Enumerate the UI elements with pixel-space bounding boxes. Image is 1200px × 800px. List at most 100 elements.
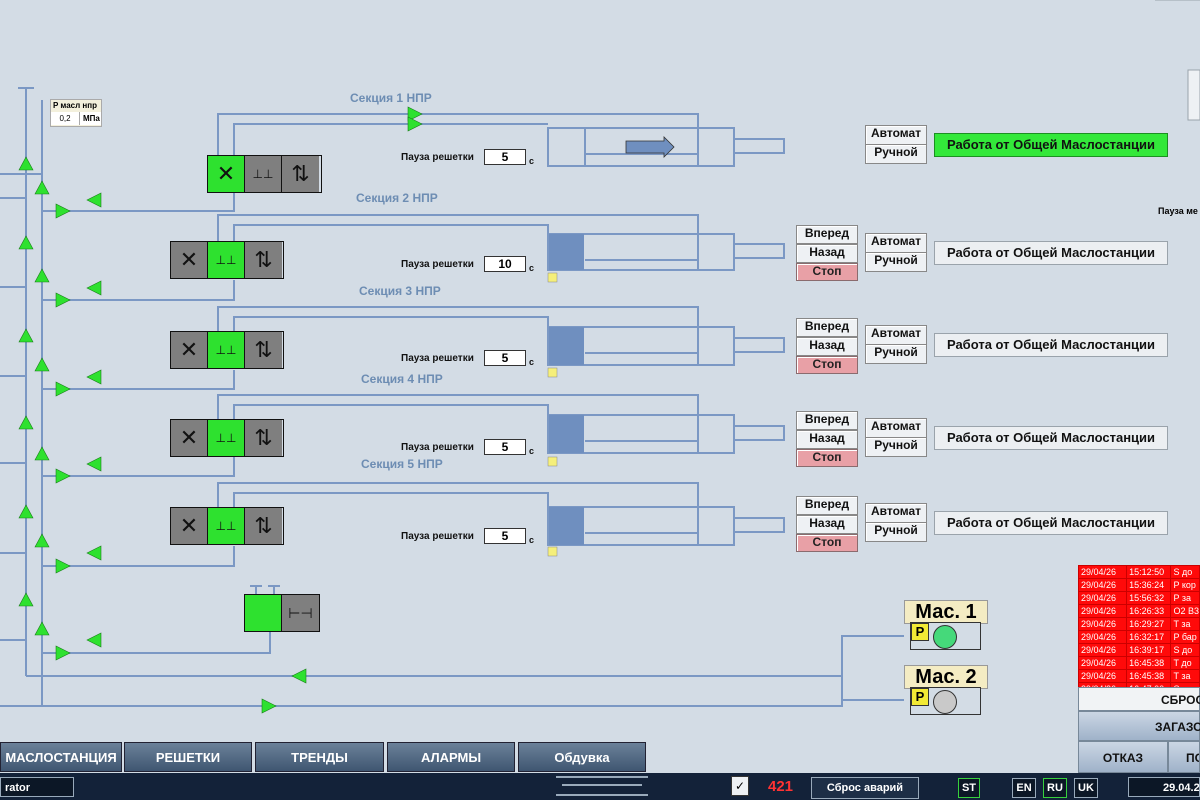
auto-button-1[interactable]: Автомат [865, 125, 927, 145]
back-button-4[interactable]: Назад [796, 430, 858, 449]
back-button-2[interactable]: Назад [796, 244, 858, 263]
alarm-hide-button[interactable]: ЗАГАЗС [1078, 711, 1200, 741]
manual-button-3[interactable]: Ручной [865, 344, 927, 364]
alarm-time: 15:12:50 [1126, 565, 1172, 579]
manual-button-5[interactable]: Ручной [865, 522, 927, 542]
valve-parallel-icon: ⇅ [282, 156, 319, 192]
valve-block-icon: ⊥⊥ [208, 508, 245, 544]
alarm-refuse-button[interactable]: ОТКАЗ [1078, 741, 1168, 773]
alarm-row[interactable]: 29/04/26 15:56:32 P за [1077, 591, 1200, 605]
alarm-text: P бар [1170, 630, 1200, 644]
pause-input-3[interactable]: 5 [484, 350, 526, 366]
stop-button-4[interactable]: Стоп [796, 449, 858, 467]
oil-pressure-value: 0,2 [51, 112, 80, 125]
valve-cross-icon: ✕ [171, 508, 208, 544]
alarm-text: S до [1170, 565, 1200, 579]
valve-section-3[interactable]: ✕ ⊥⊥ ⇅ [170, 331, 284, 369]
valve-section-2[interactable]: ✕ ⊥⊥ ⇅ [170, 241, 284, 279]
valve-pump[interactable]: ⊢⊣ [244, 594, 320, 632]
valve-section-5[interactable]: ✕ ⊥⊥ ⇅ [170, 507, 284, 545]
pause-unit-4: с [529, 446, 535, 456]
source-button-3[interactable]: Работа от Общей Маслостанции [934, 333, 1168, 357]
alarm-text: P за [1170, 591, 1200, 605]
source-button-4[interactable]: Работа от Общей Маслостанции [934, 426, 1168, 450]
alarm-text: S до [1170, 643, 1200, 657]
alarm-text: T за [1170, 617, 1200, 631]
valve-section-1[interactable]: ✕ ⊥⊥ ⇅ [207, 155, 322, 193]
pause-input-1[interactable]: 5 [484, 149, 526, 165]
pause-input-5[interactable]: 5 [484, 528, 526, 544]
alarm-date: 29/04/26 [1077, 669, 1128, 683]
alarm-reset-button[interactable]: СБРОС [1078, 687, 1200, 711]
alarm-row[interactable]: 29/04/26 16:45:38 T за [1077, 669, 1200, 683]
forward-button-3[interactable]: Вперед [796, 318, 858, 337]
lang-ru-button[interactable]: RU [1043, 778, 1067, 798]
alarm-row[interactable]: 29/04/26 16:32:17 P бар [1077, 630, 1200, 644]
alarm-date: 29/04/26 [1077, 578, 1128, 592]
forward-button-4[interactable]: Вперед [796, 411, 858, 430]
status-bar: rator ✓ 421 Сброс аварий ST EN RU UK 29.… [0, 773, 1200, 800]
manual-button-2[interactable]: Ручной [865, 252, 927, 272]
alarm-text: T до [1170, 656, 1200, 670]
stop-button-5[interactable]: Стоп [796, 534, 858, 552]
alarm-row[interactable]: 29/04/26 16:26:33 O2 В3 [1077, 604, 1200, 618]
stop-button-3[interactable]: Стоп [796, 356, 858, 374]
nav-oil-station[interactable]: МАСЛОСТАНЦИЯ [0, 742, 122, 772]
alarm-row[interactable]: 29/04/26 16:45:38 T до [1077, 656, 1200, 670]
st-button[interactable]: ST [958, 778, 980, 798]
nav-trends[interactable]: ТРЕНДЫ [255, 742, 384, 772]
auto-button-4[interactable]: Автомат [865, 418, 927, 438]
stop-button-2[interactable]: Стоп [796, 263, 858, 281]
pause-label-3: Пауза решетки [401, 353, 474, 364]
valve-block-icon: ⊥⊥ [245, 156, 282, 192]
alarm-reset-label: СБРОС [1161, 693, 1200, 707]
menu-handle-icon[interactable] [556, 776, 648, 796]
manual-button-1[interactable]: Ручной [865, 144, 927, 164]
valve-parallel-icon: ⇅ [245, 508, 282, 544]
valve-cross-icon: ✕ [171, 332, 208, 368]
valve-cross-icon: ✕ [208, 156, 245, 192]
clipboard-icon[interactable]: ✓ [731, 776, 749, 796]
auto-button-3[interactable]: Автомат [865, 325, 927, 345]
pause-input-4[interactable]: 5 [484, 439, 526, 455]
alarm-row[interactable]: 29/04/26 15:36:24 P кор [1077, 578, 1200, 592]
manual-button-4[interactable]: Ручной [865, 437, 927, 457]
alarm-confirm-button[interactable]: ПО [1168, 741, 1200, 773]
alarm-count: 421 [768, 778, 794, 795]
lang-uk-button[interactable]: UK [1074, 778, 1098, 798]
back-button-5[interactable]: Назад [796, 515, 858, 534]
forward-button-2[interactable]: Вперед [796, 225, 858, 244]
valve-block-icon: ⊥⊥ [208, 242, 245, 278]
auto-button-5[interactable]: Автомат [865, 503, 927, 523]
valve-parallel-icon: ⇅ [245, 332, 282, 368]
alarm-time: 15:36:24 [1126, 578, 1172, 592]
alarm-row[interactable]: 29/04/26 16:29:27 T за [1077, 617, 1200, 631]
pipe-lines [0, 87, 904, 707]
nav-grates[interactable]: РЕШЕТКИ [124, 742, 252, 772]
pause-unit-1: с [529, 156, 535, 166]
source-button-1[interactable]: Работа от Общей Маслостанции [934, 133, 1168, 157]
user-field[interactable]: rator [0, 777, 74, 797]
section-title-2: Секция 2 НПР [356, 191, 438, 205]
forward-button-5[interactable]: Вперед [796, 496, 858, 515]
valve-open-icon [245, 595, 282, 631]
date-display: 29.04.2 [1128, 777, 1200, 797]
reset-alarms-button[interactable]: Сброс аварий [811, 777, 919, 799]
valve-section-4[interactable]: ✕ ⊥⊥ ⇅ [170, 419, 284, 457]
pause-input-2[interactable]: 10 [484, 256, 526, 272]
source-button-2[interactable]: Работа от Общей Маслостанции [934, 241, 1168, 265]
alarm-text: P кор [1170, 578, 1200, 592]
auto-button-2[interactable]: Автомат [865, 233, 927, 253]
alarm-list: 29/04/26 15:12:50 S до 29/04/26 15:36:24 P к… [1077, 565, 1200, 696]
lang-en-button[interactable]: EN [1012, 778, 1036, 798]
pause-unit-5: с [529, 535, 535, 545]
source-button-5[interactable]: Работа от Общей Маслостанции [934, 511, 1168, 535]
alarm-time: 15:56:32 [1126, 591, 1172, 605]
alarm-row[interactable]: 29/04/26 15:12:50 S до [1077, 565, 1200, 579]
nav-alarms[interactable]: АЛАРМЫ [387, 742, 515, 772]
back-button-3[interactable]: Назад [796, 337, 858, 356]
alarm-row[interactable]: 29/04/26 16:39:17 S до [1077, 643, 1200, 657]
nav-blowing[interactable]: Обдувка [518, 742, 646, 772]
alarm-time: 16:29:27 [1126, 617, 1172, 631]
oil-pressure-unit: МПа [83, 114, 100, 123]
